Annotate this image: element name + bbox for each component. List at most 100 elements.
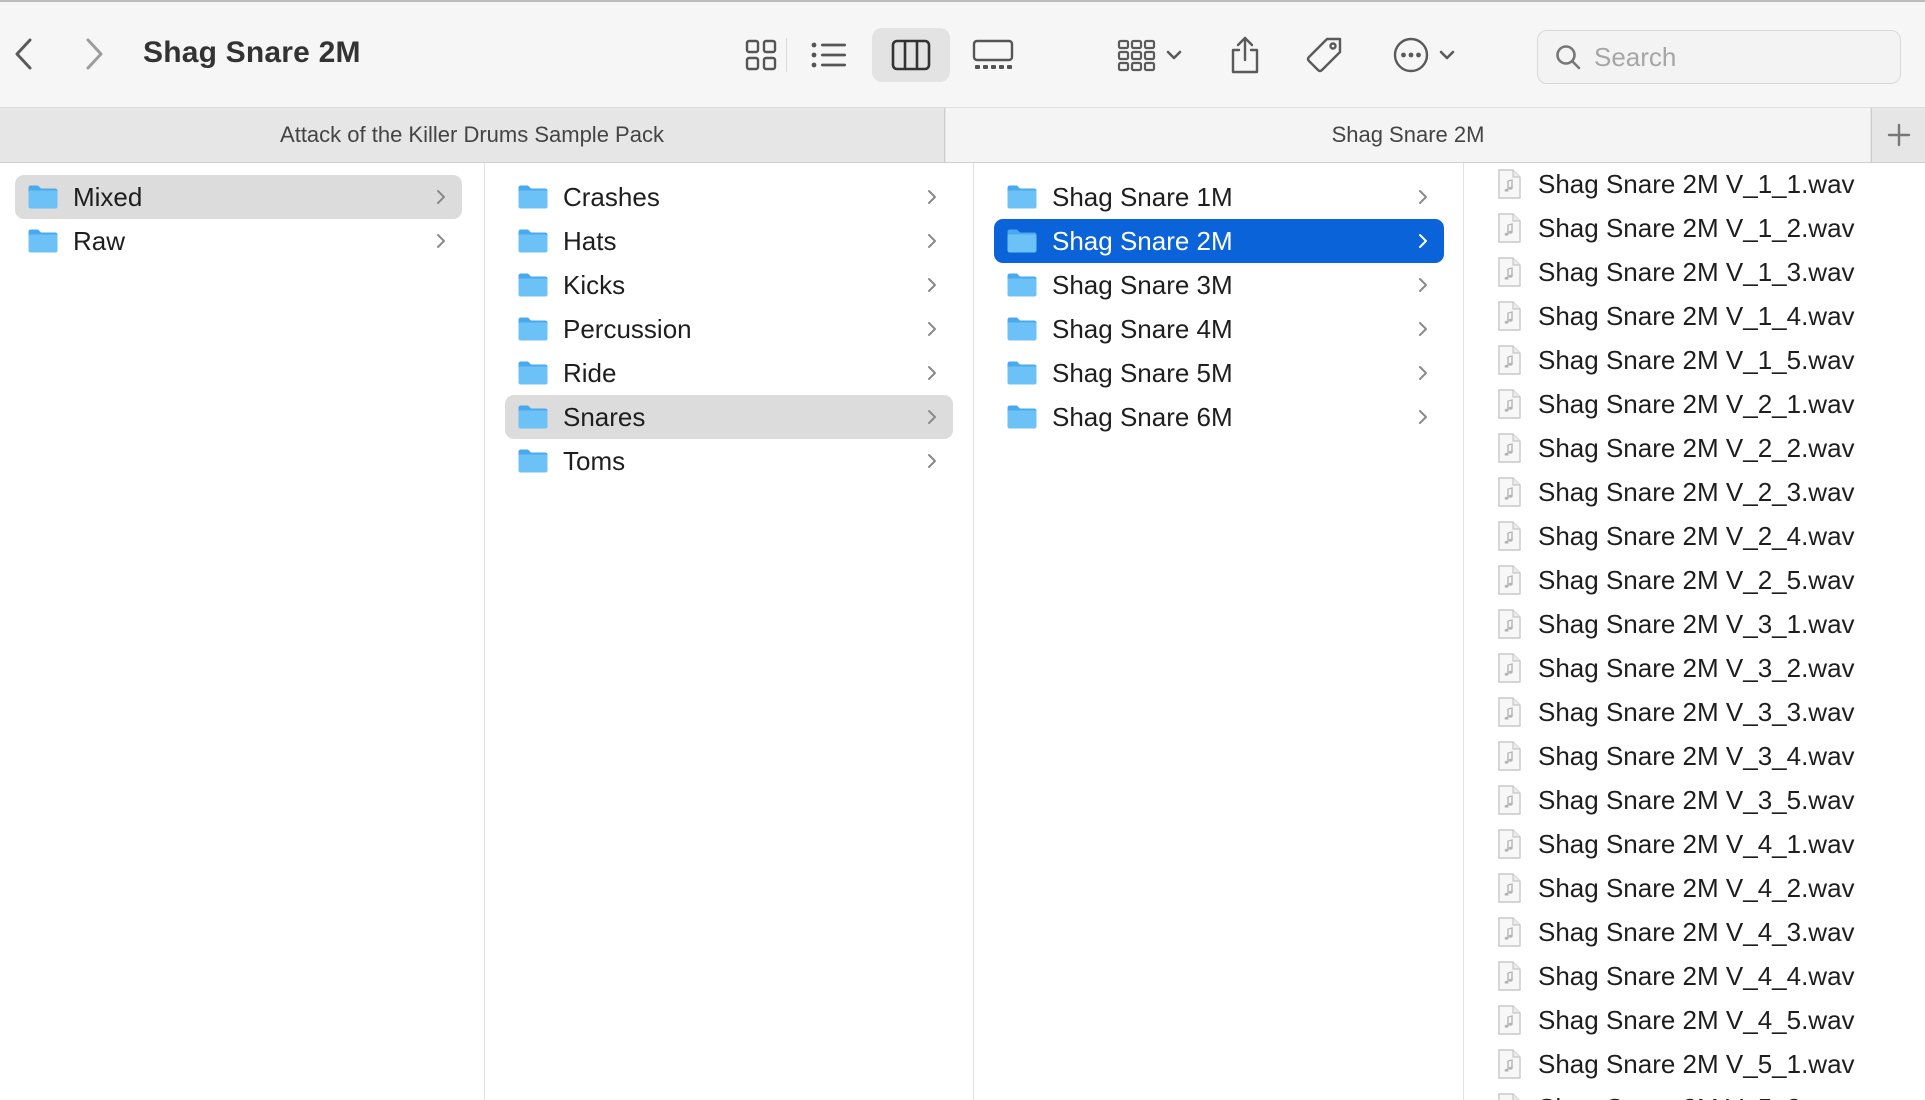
file-row[interactable]: Shag Snare 2M V_3_1.wav: [1496, 604, 1855, 644]
file-label: Shag Snare 2M V_2_2.wav: [1538, 432, 1855, 463]
chevron-right-icon: [925, 361, 939, 385]
folder-label: Percussion: [563, 313, 692, 344]
folder-row-percussion[interactable]: Percussion: [505, 307, 953, 351]
audio-file-icon: [1496, 785, 1522, 815]
new-tab-button[interactable]: [1871, 108, 1925, 162]
folder-row-ride[interactable]: Ride: [505, 351, 953, 395]
folder-row-hats[interactable]: Hats: [505, 219, 953, 263]
file-row[interactable]: Shag Snare 2M V_2_1.wav: [1496, 384, 1855, 424]
file-row[interactable]: Shag Snare 2M V_3_2.wav: [1496, 648, 1855, 688]
share-icon: [1231, 36, 1259, 74]
folder-row-shag-snare-5m[interactable]: Shag Snare 5M: [994, 351, 1444, 395]
folder-icon: [517, 316, 549, 342]
folder-row-shag-snare-2m[interactable]: Shag Snare 2M: [994, 219, 1444, 263]
folder-row-shag-snare-6m[interactable]: Shag Snare 6M: [994, 395, 1444, 439]
file-row[interactable]: Shag Snare 2M V_5_1.wav: [1496, 1044, 1855, 1084]
file-row[interactable]: Shag Snare 2M V_5_2.wav: [1496, 1088, 1855, 1100]
group-icon: [1117, 39, 1156, 72]
gallery-view-button[interactable]: [954, 28, 1032, 82]
list-view-button[interactable]: [790, 28, 868, 82]
file-row[interactable]: Shag Snare 2M V_3_4.wav: [1496, 736, 1855, 776]
folder-icon: [27, 228, 59, 254]
file-row[interactable]: Shag Snare 2M V_4_4.wav: [1496, 956, 1855, 996]
audio-file-icon: [1496, 1093, 1522, 1100]
file-row[interactable]: Shag Snare 2M V_1_1.wav: [1496, 164, 1855, 204]
audio-file-icon: [1496, 433, 1522, 463]
column-shag-snare-2m: Shag Snare 2M V_1_1.wav Shag Snare 2M V_1…: [1464, 163, 1925, 1100]
search-icon: [1554, 42, 1584, 72]
folder-row-kicks[interactable]: Kicks: [505, 263, 953, 307]
audio-file-icon: [1496, 213, 1522, 243]
back-button[interactable]: [6, 32, 42, 76]
file-row[interactable]: Shag Snare 2M V_1_5.wav: [1496, 340, 1855, 380]
share-button[interactable]: [1218, 28, 1272, 82]
file-label: Shag Snare 2M V_2_3.wav: [1538, 476, 1855, 507]
folder-label: Shag Snare 1M: [1052, 181, 1233, 212]
file-label: Shag Snare 2M V_3_1.wav: [1538, 608, 1855, 639]
file-row[interactable]: Shag Snare 2M V_1_4.wav: [1496, 296, 1855, 336]
file-label: Shag Snare 2M V_3_4.wav: [1538, 740, 1855, 771]
search-field[interactable]: [1537, 30, 1901, 84]
group-button[interactable]: [1110, 28, 1190, 82]
file-label: Shag Snare 2M V_1_1.wav: [1538, 168, 1855, 199]
chevron-right-icon: [925, 273, 939, 297]
chevron-right-icon: [1416, 229, 1430, 253]
folder-icon: [27, 184, 59, 210]
folder-label: Shag Snare 5M: [1052, 357, 1233, 388]
file-label: Shag Snare 2M V_5_2.wav: [1538, 1093, 1855, 1100]
tab-shag-snare-2m[interactable]: Shag Snare 2M: [946, 108, 1870, 162]
search-input[interactable]: [1594, 41, 1884, 73]
more-actions-button[interactable]: [1384, 28, 1464, 82]
file-row[interactable]: Shag Snare 2M V_2_4.wav: [1496, 516, 1855, 556]
audio-file-icon: [1496, 829, 1522, 859]
folder-label: Shag Snare 3M: [1052, 269, 1233, 300]
folder-row-shag-snare-1m[interactable]: Shag Snare 1M: [994, 175, 1444, 219]
view-separator: [786, 38, 787, 72]
forward-button[interactable]: [76, 32, 112, 76]
folder-icon: [517, 448, 549, 474]
window-title: Shag Snare 2M: [143, 36, 361, 69]
file-label: Shag Snare 2M V_5_1.wav: [1538, 1048, 1855, 1079]
folder-row-mixed[interactable]: Mixed: [15, 175, 462, 219]
chevron-down-icon: [1166, 50, 1182, 60]
ellipsis-circle-icon: [1393, 37, 1429, 73]
folder-icon: [517, 228, 549, 254]
audio-file-icon: [1496, 917, 1522, 947]
column-root: Mixed Raw: [0, 163, 485, 1100]
tag-icon: [1306, 37, 1342, 73]
file-row[interactable]: Shag Snare 2M V_4_2.wav: [1496, 868, 1855, 908]
folder-row-snares[interactable]: Snares: [505, 395, 953, 439]
file-row[interactable]: Shag Snare 2M V_1_3.wav: [1496, 252, 1855, 292]
tab-attack-of-the-killer-drums[interactable]: Attack of the Killer Drums Sample Pack: [0, 108, 945, 162]
file-row[interactable]: Shag Snare 2M V_2_3.wav: [1496, 472, 1855, 512]
file-row[interactable]: Shag Snare 2M V_2_2.wav: [1496, 428, 1855, 468]
column-view-button[interactable]: [872, 28, 950, 82]
file-row[interactable]: Shag Snare 2M V_1_2.wav: [1496, 208, 1855, 248]
file-row[interactable]: Shag Snare 2M V_3_5.wav: [1496, 780, 1855, 820]
folder-row-crashes[interactable]: Crashes: [505, 175, 953, 219]
plus-icon: [1887, 123, 1910, 147]
icon-view-button[interactable]: [722, 28, 800, 82]
folder-label: Kicks: [563, 269, 626, 300]
chevron-right-icon: [925, 185, 939, 209]
file-row[interactable]: Shag Snare 2M V_3_3.wav: [1496, 692, 1855, 732]
folder-row-shag-snare-4m[interactable]: Shag Snare 4M: [994, 307, 1444, 351]
columns-icon: [891, 39, 931, 71]
list-icon: [811, 42, 846, 68]
folder-label: Ride: [563, 357, 617, 388]
file-row[interactable]: Shag Snare 2M V_4_3.wav: [1496, 912, 1855, 952]
file-row[interactable]: Shag Snare 2M V_2_5.wav: [1496, 560, 1855, 600]
file-row[interactable]: Shag Snare 2M V_4_1.wav: [1496, 824, 1855, 864]
folder-row-shag-snare-3m[interactable]: Shag Snare 3M: [994, 263, 1444, 307]
file-row[interactable]: Shag Snare 2M V_4_5.wav: [1496, 1000, 1855, 1040]
audio-file-icon: [1496, 653, 1522, 683]
file-label: Shag Snare 2M V_4_4.wav: [1538, 960, 1855, 991]
folder-row-raw[interactable]: Raw: [15, 219, 462, 263]
audio-file-icon: [1496, 961, 1522, 991]
chevron-left-icon: [15, 38, 32, 70]
audio-file-icon: [1496, 1049, 1522, 1079]
tag-button[interactable]: [1298, 28, 1352, 82]
folder-icon: [1006, 404, 1038, 430]
folder-row-toms[interactable]: Toms: [505, 439, 953, 483]
file-label: Shag Snare 2M V_4_2.wav: [1538, 872, 1855, 903]
